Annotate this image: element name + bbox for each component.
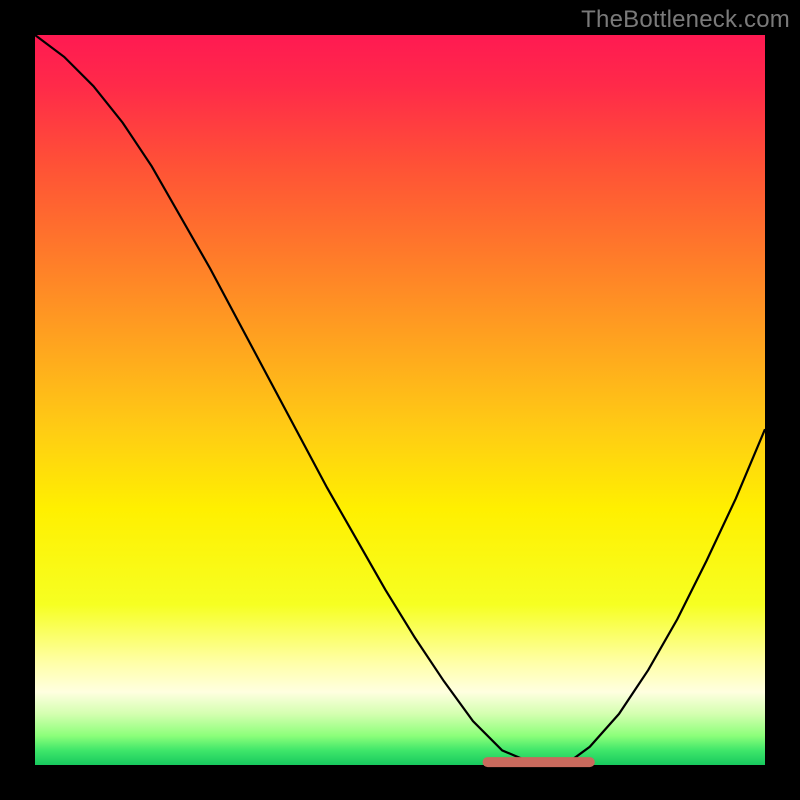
watermark-text: TheBottleneck.com [581,6,790,34]
bottleneck-chart [0,0,800,800]
chart-container: TheBottleneck.com [0,0,800,800]
